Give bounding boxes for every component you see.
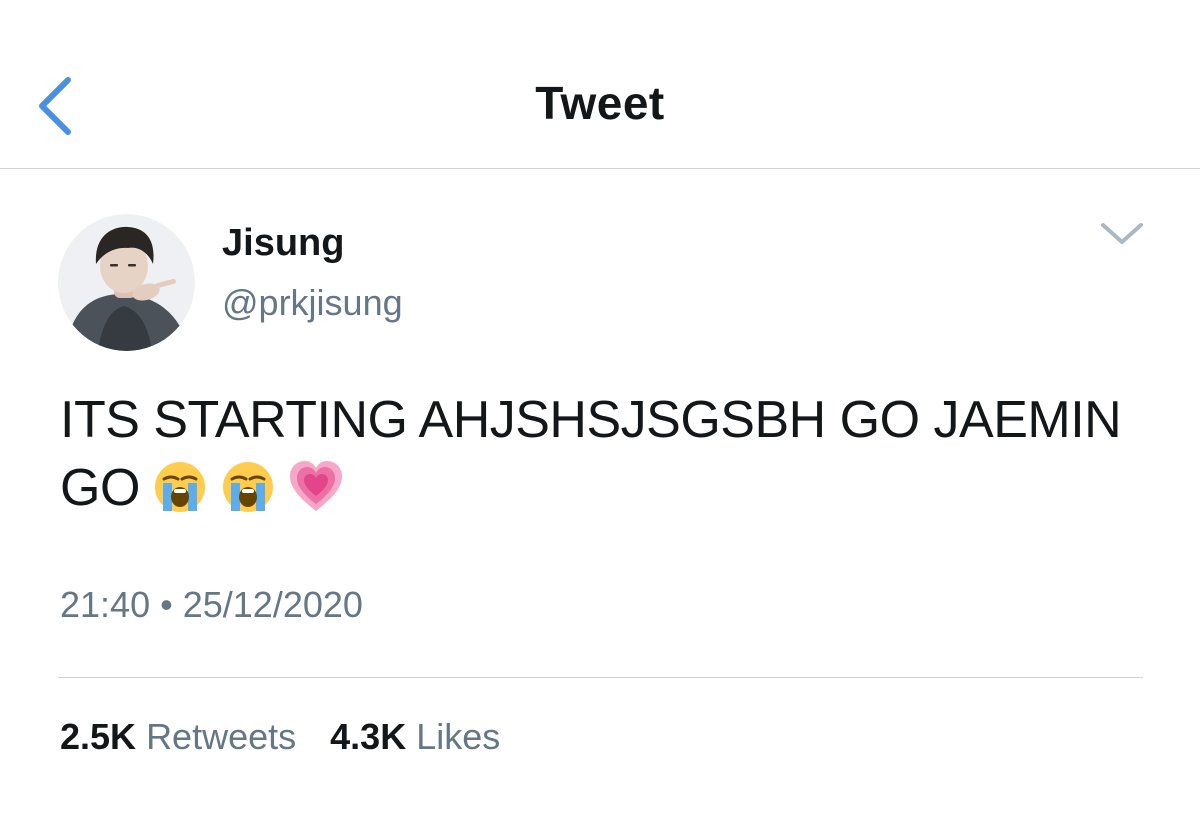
chevron-down-icon xyxy=(1101,223,1143,244)
retweets-stat[interactable]: 2.5K Retweets xyxy=(60,716,296,757)
author-handle[interactable]: @prkjisung xyxy=(222,282,403,324)
likes-count: 4.3K xyxy=(330,716,407,757)
loudly-crying-face-emoji xyxy=(222,462,273,512)
likes-label: Likes xyxy=(416,716,501,757)
user-photo-avatar xyxy=(58,214,195,351)
retweets-count: 2.5K xyxy=(60,716,137,757)
page-title: Tweet xyxy=(535,77,665,129)
tweet-date: 25/12/2020 xyxy=(182,584,363,625)
stats-divider xyxy=(58,677,1143,678)
avatar[interactable] xyxy=(58,214,195,351)
likes-stat[interactable]: 4.3K Likes xyxy=(330,716,500,757)
retweets-label: Retweets xyxy=(146,716,297,757)
timestamp-separator: • xyxy=(160,584,173,625)
tweet-text: ITS STARTING AHJSHSJSGSBH GO JAEMIN GO xyxy=(60,386,1150,522)
more-options-button[interactable] xyxy=(1094,212,1150,256)
author-display-name[interactable]: Jisung xyxy=(222,222,344,265)
loudly-crying-face-emoji xyxy=(154,462,205,512)
navigation-bar: Tweet xyxy=(0,0,1200,169)
tweet-time: 21:40 xyxy=(60,584,151,625)
tweet-stats: 2.5K Retweets 4.3K Likes xyxy=(60,716,524,758)
tweet-timestamp: 21:40 • 25/12/2020 xyxy=(60,584,363,626)
growing-heart-emoji xyxy=(289,461,342,511)
